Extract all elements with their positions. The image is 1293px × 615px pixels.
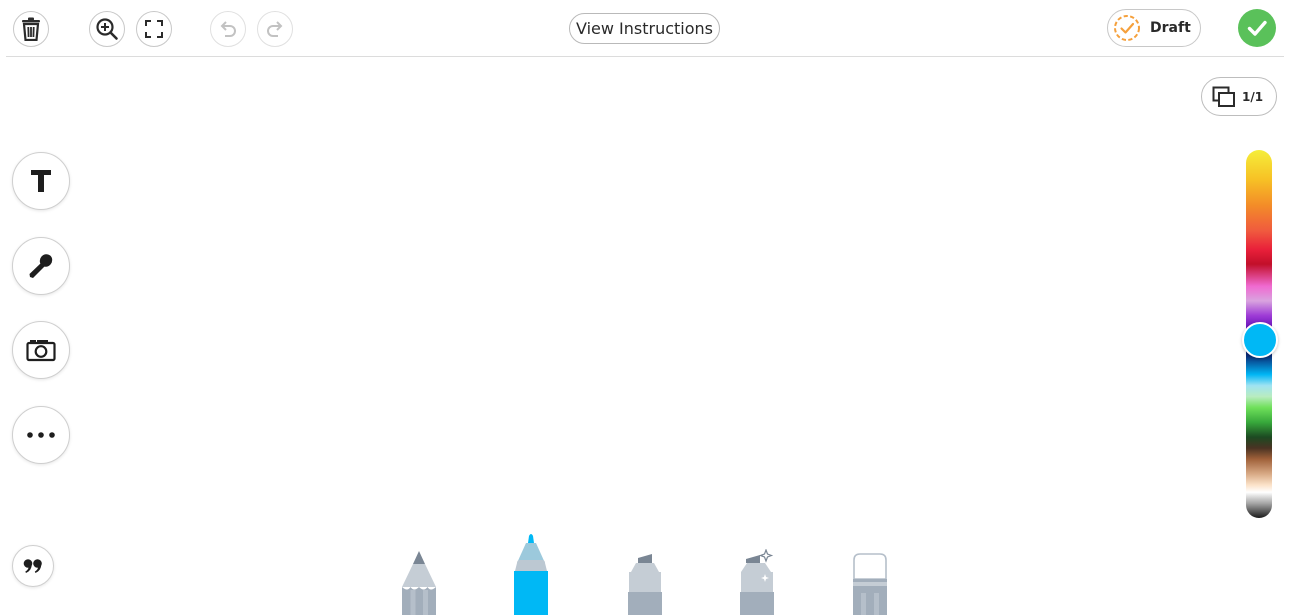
camera-icon bbox=[26, 340, 56, 362]
marker-tool[interactable] bbox=[512, 533, 550, 615]
glitter-pen-tool[interactable] bbox=[738, 549, 776, 615]
microphone-tool-button[interactable] bbox=[12, 237, 70, 295]
view-instructions-button[interactable]: View Instructions bbox=[569, 13, 720, 44]
quote-icon bbox=[23, 559, 42, 573]
pages-button[interactable]: 1/1 bbox=[1201, 77, 1277, 116]
color-slider-handle[interactable] bbox=[1242, 322, 1278, 358]
checkmark-icon bbox=[1247, 20, 1267, 36]
more-icon bbox=[27, 432, 55, 438]
text-tool-button[interactable] bbox=[12, 152, 70, 210]
drawing-canvas[interactable] bbox=[80, 60, 1190, 530]
fullscreen-button[interactable] bbox=[136, 11, 172, 47]
draft-button[interactable]: Draft bbox=[1107, 9, 1201, 47]
text-icon bbox=[31, 170, 51, 192]
pages-icon bbox=[1212, 86, 1235, 107]
delete-button[interactable] bbox=[13, 11, 49, 47]
zoom-in-icon bbox=[96, 18, 118, 40]
done-button[interactable] bbox=[1238, 9, 1276, 47]
undo-icon bbox=[220, 21, 236, 37]
eraser-tool[interactable] bbox=[851, 553, 889, 615]
draft-label: Draft bbox=[1150, 20, 1191, 36]
redo-button[interactable] bbox=[257, 11, 293, 47]
camera-tool-button[interactable] bbox=[12, 321, 70, 379]
zoom-button[interactable] bbox=[89, 11, 125, 47]
quote-button[interactable] bbox=[12, 545, 54, 587]
microphone-icon bbox=[29, 254, 53, 278]
page-count: 1/1 bbox=[1242, 89, 1264, 104]
pencil-tool[interactable] bbox=[400, 550, 438, 615]
redo-icon bbox=[267, 21, 283, 37]
trash-icon bbox=[22, 17, 40, 41]
fullscreen-icon bbox=[145, 20, 163, 38]
draft-status-icon bbox=[1114, 15, 1140, 41]
top-toolbar: View Instructions Draft bbox=[0, 0, 1293, 57]
undo-button[interactable] bbox=[210, 11, 246, 47]
toolbar-divider bbox=[6, 56, 1284, 57]
drawing-app: View Instructions Draft 1/1 bbox=[0, 0, 1293, 615]
highlighter-tool[interactable] bbox=[626, 553, 664, 615]
more-tools-button[interactable] bbox=[12, 406, 70, 464]
